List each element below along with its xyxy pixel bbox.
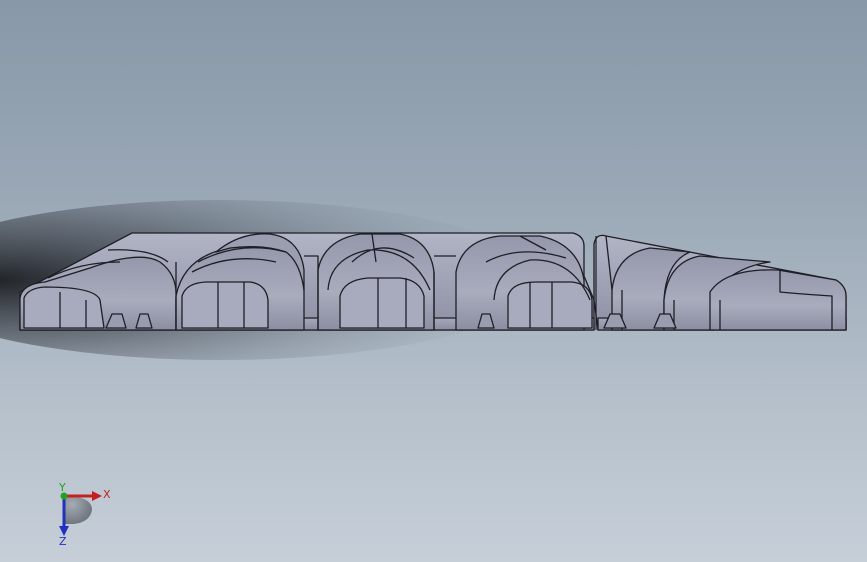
graphics-viewport[interactable]: X Y Z (0, 0, 867, 562)
x-axis-label: X (103, 488, 111, 501)
orientation-triad: X Y Z (58, 481, 111, 548)
arch-7 (709, 269, 847, 331)
x-axis-arrow (92, 491, 102, 501)
triad-shadow (64, 496, 92, 524)
y-axis-label: Y (58, 481, 66, 494)
z-axis-label: Z (59, 535, 67, 548)
arch-4-inner (507, 281, 593, 329)
arch-2-inner (181, 281, 269, 329)
left-body[interactable] (19, 232, 595, 331)
right-body[interactable] (593, 234, 847, 331)
arch-3-inner (339, 277, 425, 329)
3d-model-view[interactable] (0, 0, 867, 562)
arch-1-inner (23, 286, 105, 329)
